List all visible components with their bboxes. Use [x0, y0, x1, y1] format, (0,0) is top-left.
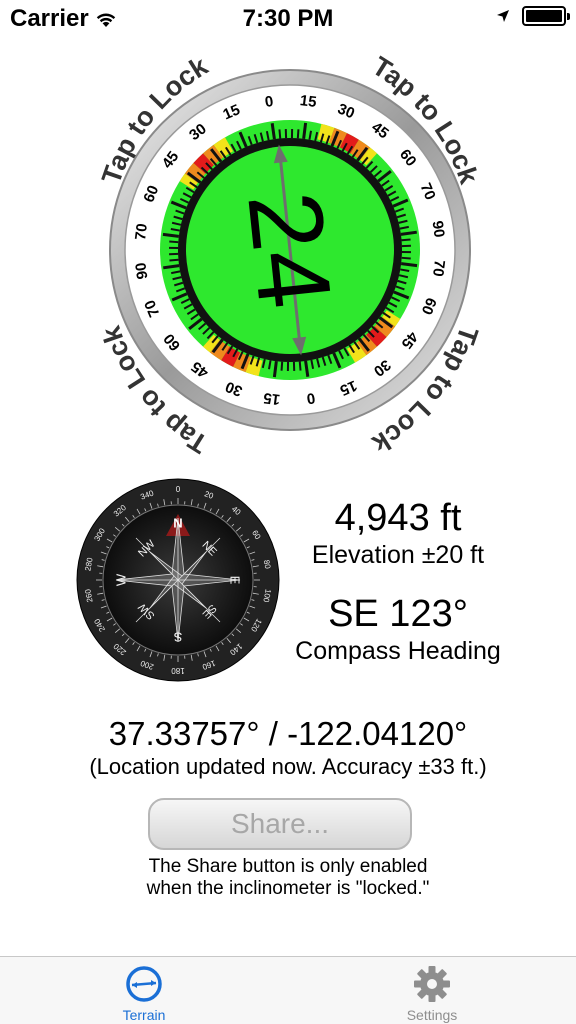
status-bar: Carrier 7:30 PM: [0, 0, 576, 40]
readouts-panel: 4,943 ft Elevation ±20 ft SE 123° Compas…: [280, 490, 516, 666]
app-screen: Carrier 7:30 PM Tap to Lock Tap to Lock …: [0, 0, 576, 1024]
compass-dial-label: 180: [171, 666, 185, 675]
inclinometer-dial[interactable]: Tap to Lock Tap to Lock Tap to Lock Tap …: [40, 40, 540, 460]
tab-bar: Terrain Settings: [0, 956, 576, 1024]
terrain-icon: [126, 966, 162, 1002]
scale-tick: [298, 361, 302, 371]
status-time: 7:30 PM: [242, 5, 334, 32]
scale-label: 90: [132, 261, 151, 280]
scale-label: 15: [262, 389, 281, 408]
scale-tick: [162, 232, 180, 238]
elevation-value: 4,943 ft: [334, 497, 462, 539]
scale-tick: [169, 258, 179, 262]
tab-settings-label: Settings: [406, 1007, 458, 1023]
scale-tick: [278, 129, 282, 139]
scale-tick: [169, 240, 179, 244]
battery-icon: [522, 6, 570, 26]
gear-icon: [414, 966, 450, 1002]
share-hint-line1: The Share button is only enabled: [148, 856, 428, 877]
scale-tick: [272, 360, 278, 378]
coordinates-value: 37.33757° / -122.04120°: [108, 715, 468, 752]
scale-label: 15: [299, 92, 318, 111]
scale-label: 70: [132, 222, 151, 241]
elevation-label: Elevation ±20 ft: [311, 541, 485, 569]
scale-tick: [400, 262, 418, 268]
heading-label: Compass Heading: [295, 637, 501, 665]
compass-dial: 0 204060801001201401601802002202402602803…: [76, 478, 280, 682]
scale-tick: [401, 238, 411, 242]
location-block: 37.33757° / -122.04120° (Location update…: [0, 714, 576, 780]
scale-tick: [280, 361, 284, 371]
scale-tick: [401, 256, 411, 260]
scale-label: 90: [428, 220, 447, 239]
status-right: [496, 6, 570, 26]
compass-dial-label: 0: [176, 485, 181, 494]
heading-value: SE 123°: [328, 593, 468, 635]
compass-cardinal-label: S: [173, 630, 182, 645]
share-hint: The Share button is only enabled when th…: [0, 856, 576, 900]
tab-settings[interactable]: Settings: [288, 957, 576, 1024]
compass-cardinal-label: W: [113, 573, 128, 586]
share-button[interactable]: Share...: [148, 798, 412, 850]
compass-cardinal-label: N: [173, 515, 182, 530]
scale-label: 70: [429, 259, 448, 278]
share-hint-line2: when the inclinometer is "locked.": [146, 878, 430, 899]
inclinometer-reading: 24: [225, 187, 352, 314]
compass-cardinal-label: E: [228, 576, 243, 585]
location-arrow-icon: [497, 10, 509, 22]
location-note: (Location updated now. Accuracy ±33 ft.): [89, 754, 487, 779]
scale-tick: [302, 122, 308, 140]
tab-terrain[interactable]: Terrain: [0, 957, 288, 1024]
scale-tick: [296, 129, 300, 139]
tab-terrain-label: Terrain: [122, 1007, 166, 1023]
